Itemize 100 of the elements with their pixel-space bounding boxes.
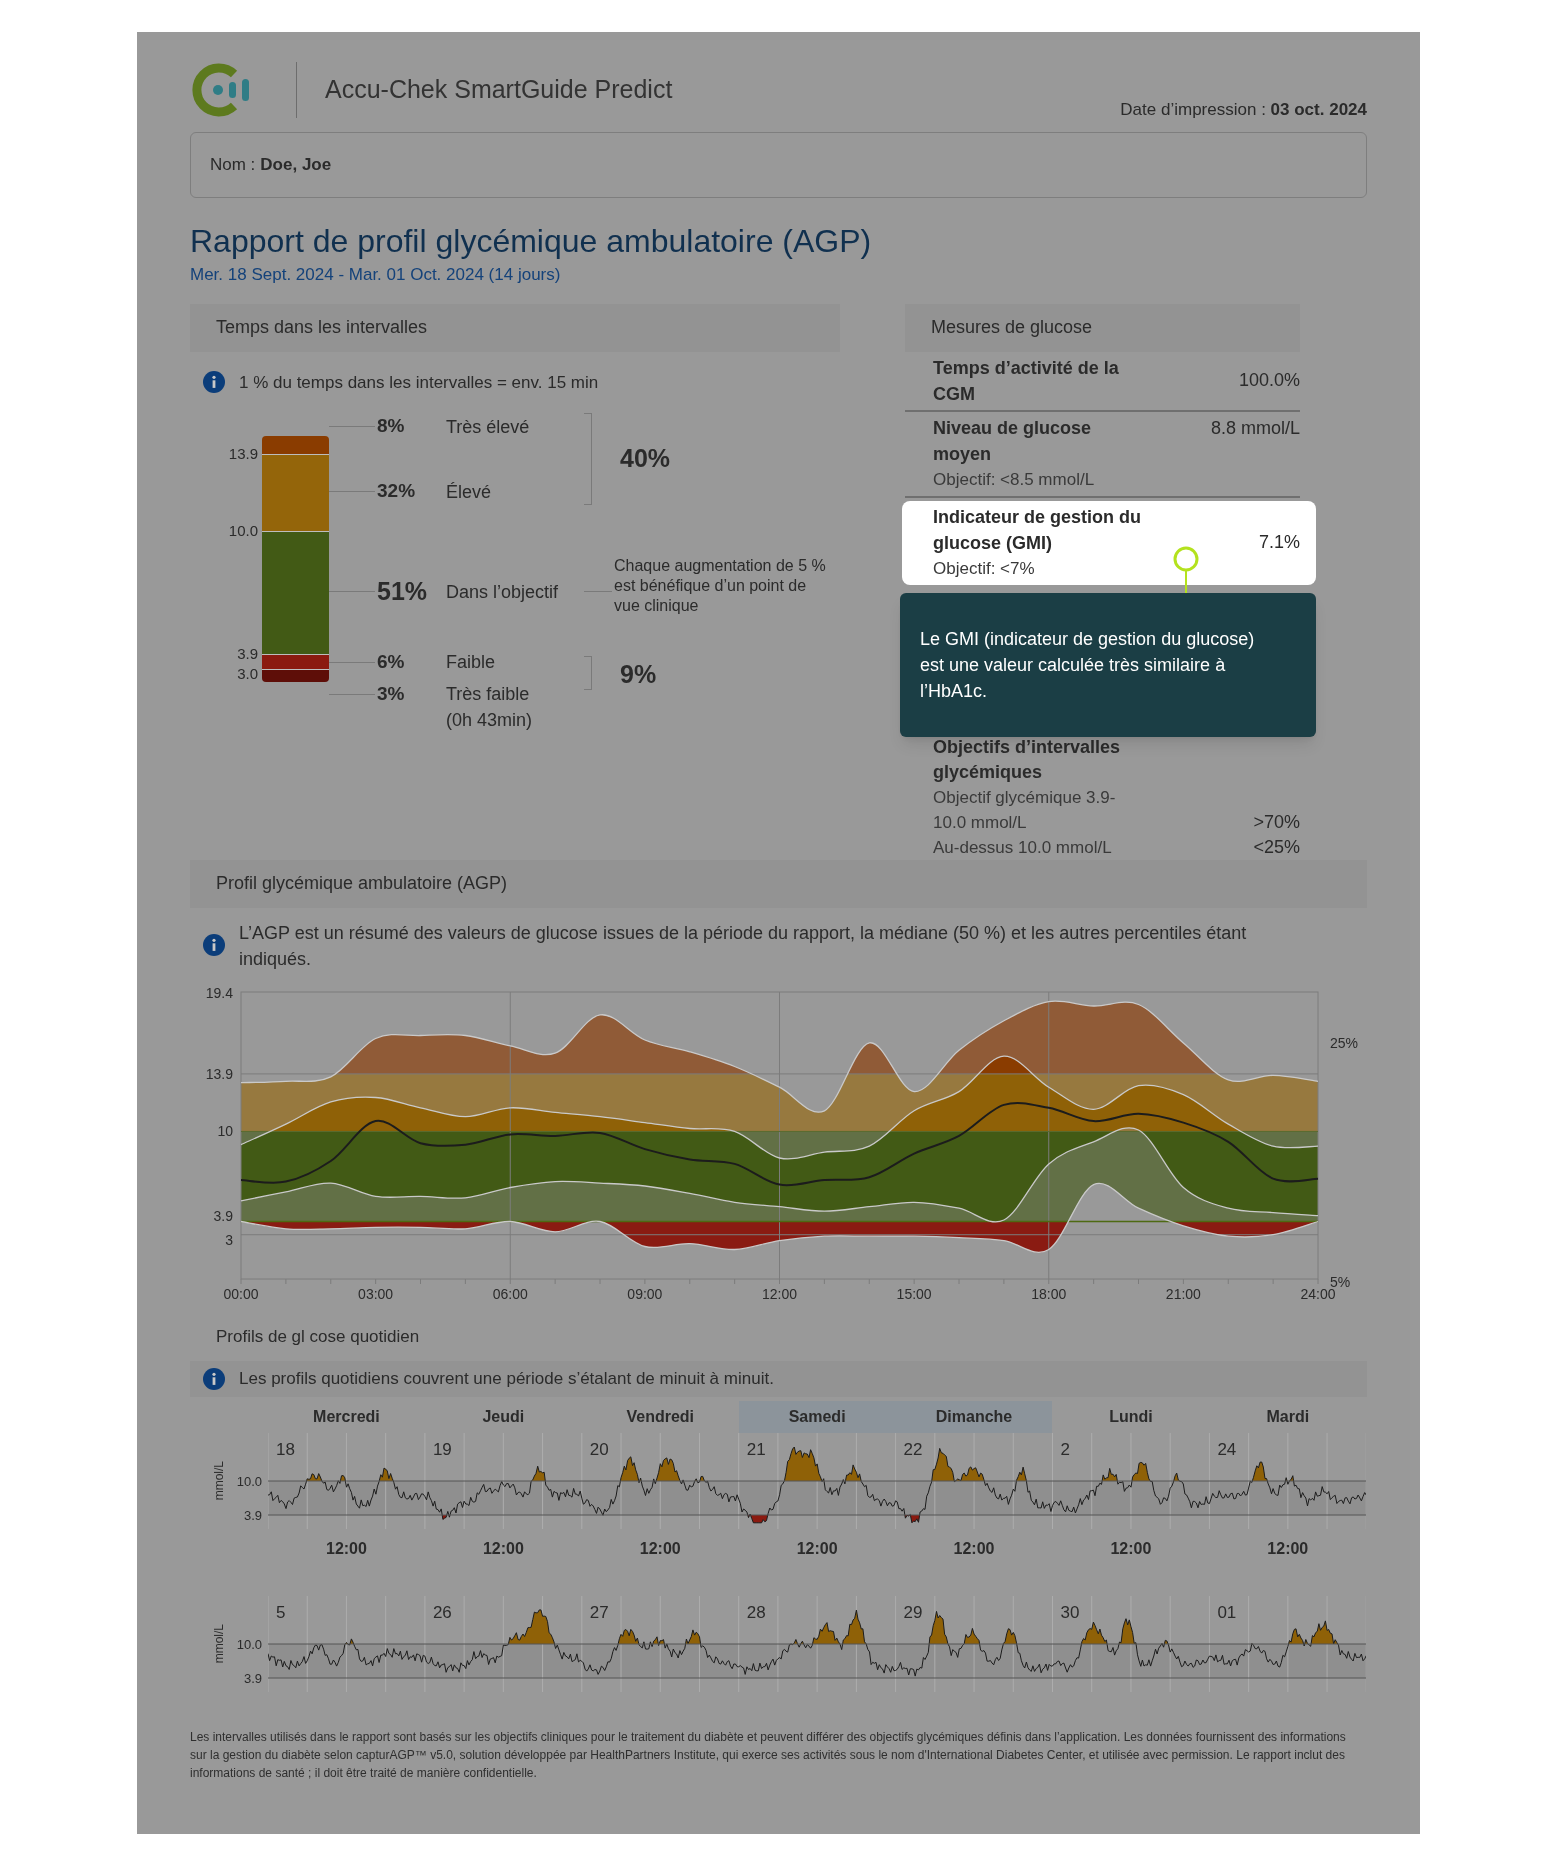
unit-label: mmol/L: [211, 1461, 227, 1501]
measure-value: 8.8 mmol/L: [1210, 416, 1300, 440]
measure-label: Indicateur de gestion du glucose (GMI): [933, 505, 1143, 555]
target-value: >70%: [1253, 810, 1300, 834]
info-icon: [203, 1368, 225, 1390]
target-label: Objectif glycémique 3.9-10.0 mmol/L: [933, 786, 1117, 834]
unit-label: mmol/L: [211, 1624, 227, 1664]
threshold-label: 3.9: [237, 646, 258, 661]
section-header: Profil glycémique ambulatoire (AGP): [190, 859, 1367, 908]
time-label: 12:00: [638, 1539, 682, 1559]
logo-icon: [190, 62, 252, 118]
range-percent: 32%: [376, 479, 417, 504]
targets-heading: Objectifs d’intervalles glycémiques: [933, 735, 1122, 784]
day-header: Samedi: [738, 1401, 896, 1433]
print-date: 03 oct. 2024: [1270, 99, 1367, 119]
date-label: 5: [276, 1603, 286, 1622]
axis-label: 12:00: [762, 1285, 797, 1302]
tooltip-pointer-icon: [1171, 544, 1201, 593]
date-label: 20: [589, 1440, 609, 1459]
date-label: 27: [589, 1603, 609, 1622]
target-note: Chaque augmentation de 5 % est bénéfique d’un point de vue clinique: [614, 555, 827, 616]
range-percent: 3%: [376, 681, 406, 706]
axis-label: 3.9: [243, 1672, 262, 1685]
time-label: 12:00: [1266, 1539, 1310, 1559]
axis-label: 10.0: [236, 1475, 262, 1488]
footer-text: Les intervalles utilisés dans le rapport sont basés sur les objectifs cliniques pour le traitement du diabète et peuvent différer des objectifs glycémiques définis dans l’application. Les données fournissent des informations sur la gestion du diabète selon capturAGP™ v5.0, solution développée par HealthPartners Institute, qui exerce ses activités sous le nom d'International Diabetes Center, et utilisée avec permission. Le rapport inclut des informations de santé ; il doit être traité de manière confidentielle.: [190, 1729, 1347, 1782]
date-label: 26: [432, 1603, 452, 1622]
date-label: 2: [1060, 1440, 1070, 1459]
print-date-label: Date d’impression :: [1120, 99, 1266, 119]
day-header: Jeudi: [481, 1407, 526, 1427]
section-header: Mesures de glucose: [905, 303, 1300, 352]
day-header: Mercredi: [312, 1407, 381, 1427]
date-label: 01: [1217, 1603, 1237, 1622]
date-label: 24: [1217, 1440, 1237, 1459]
percentile-label: 25%: [1330, 1034, 1359, 1051]
axis-label: 06:00: [492, 1285, 528, 1302]
range-label: Très faible: [446, 683, 531, 706]
axis-label: 10.0: [236, 1638, 262, 1651]
info-text: 1 % du temps dans les intervalles = env. 15 min: [239, 371, 599, 394]
section-title: Profils de gl cose quotidien: [216, 1325, 421, 1348]
date-label: 22: [903, 1440, 923, 1459]
date-label: 30: [1060, 1603, 1080, 1622]
time-label: 12:00: [795, 1539, 839, 1559]
time-label: 12:00: [1109, 1539, 1153, 1559]
info-text: Les profils quotidiens couvrent une période s’étalant de minuit à minuit.: [239, 1368, 774, 1391]
axis-label: 19.4: [205, 985, 233, 1001]
threshold-label: 13.9: [228, 446, 258, 461]
measure-label: Temps d’activité de la CGM: [933, 356, 1120, 406]
day-header: Vendredi: [625, 1407, 695, 1427]
time-label: 12:00: [481, 1539, 525, 1559]
report-period: Mer. 18 Sept. 2024 - Mar. 01 Oct. 2024 (14 jours): [190, 264, 562, 286]
range-bracket: [584, 656, 592, 690]
info-text: L’AGP est un résumé des valeurs de glucose issues de la période du rapport, la médiane (50 %) et les autres percentiles étant indiqués.: [239, 921, 1248, 971]
day-header: Mardi: [1265, 1407, 1311, 1427]
time-label: 12:00: [952, 1539, 996, 1559]
day-header: Lundi: [1108, 1407, 1154, 1427]
axis-label: 3.9: [243, 1509, 262, 1522]
patient-name: Doe, Joe: [260, 154, 332, 177]
info-icon: [203, 371, 225, 394]
axis-label: 3.9: [213, 1207, 233, 1224]
axis-label: 13.9: [205, 1065, 233, 1082]
date-label: 19: [432, 1440, 452, 1459]
date-label: 29: [903, 1603, 923, 1622]
date-label: 18: [276, 1440, 295, 1459]
axis-label: 21:00: [1165, 1285, 1201, 1302]
report-title: Rapport de profil glycémique ambulatoire (AGP): [190, 222, 873, 260]
axis-label: 3: [225, 1231, 233, 1248]
time-label: 12:00: [325, 1539, 368, 1559]
axis-label: 09:00: [627, 1285, 663, 1302]
app-name: Accu-Chek SmartGuide Predict: [325, 74, 673, 106]
measure-target: Objectif: <7%: [933, 557, 1036, 580]
range-label: Très élevé: [446, 415, 531, 439]
measure-label: Niveau de glucose moyen: [933, 416, 1093, 466]
range-percent: 6%: [376, 649, 406, 674]
axis-label: 18:00: [1031, 1285, 1067, 1302]
info-icon: [203, 933, 225, 956]
target-label: Au-dessus 10.0 mmol/L: [933, 836, 1113, 859]
threshold-label: 3.0: [237, 666, 258, 681]
patient-label: Nom :: [210, 154, 256, 177]
range-note: (0h 43min): [446, 709, 534, 732]
measure-value: 7.1%: [1258, 531, 1300, 554]
range-percent: 51%: [376, 575, 429, 607]
range-label: Faible: [446, 651, 497, 674]
measure-value: 100.0%: [1238, 369, 1300, 392]
range-label: Élevé: [446, 480, 493, 504]
axis-label: 10: [217, 1122, 233, 1139]
date-label: 28: [746, 1603, 766, 1622]
section-header: Temps dans les intervalles: [190, 303, 840, 352]
range-total: 9%: [620, 659, 657, 690]
range-total: 40%: [620, 443, 671, 475]
date-label: 21: [746, 1440, 766, 1459]
range-percent: 8%: [376, 414, 406, 439]
percentile-label: 5%: [1330, 1273, 1351, 1290]
tooltip: Le GMI (indicateur de gestion du glucose) est une valeur calculée très similaire à l’HbA1c.: [900, 592, 1316, 737]
target-value: <25%: [1253, 835, 1300, 859]
axis-label: 03:00: [358, 1285, 394, 1302]
measure-target: Objectif: <8.5 mmol/L: [933, 468, 1096, 491]
axis-label: 15:00: [896, 1285, 932, 1302]
threshold-label: 10.0: [228, 523, 258, 538]
axis-label: 00:00: [223, 1285, 259, 1302]
